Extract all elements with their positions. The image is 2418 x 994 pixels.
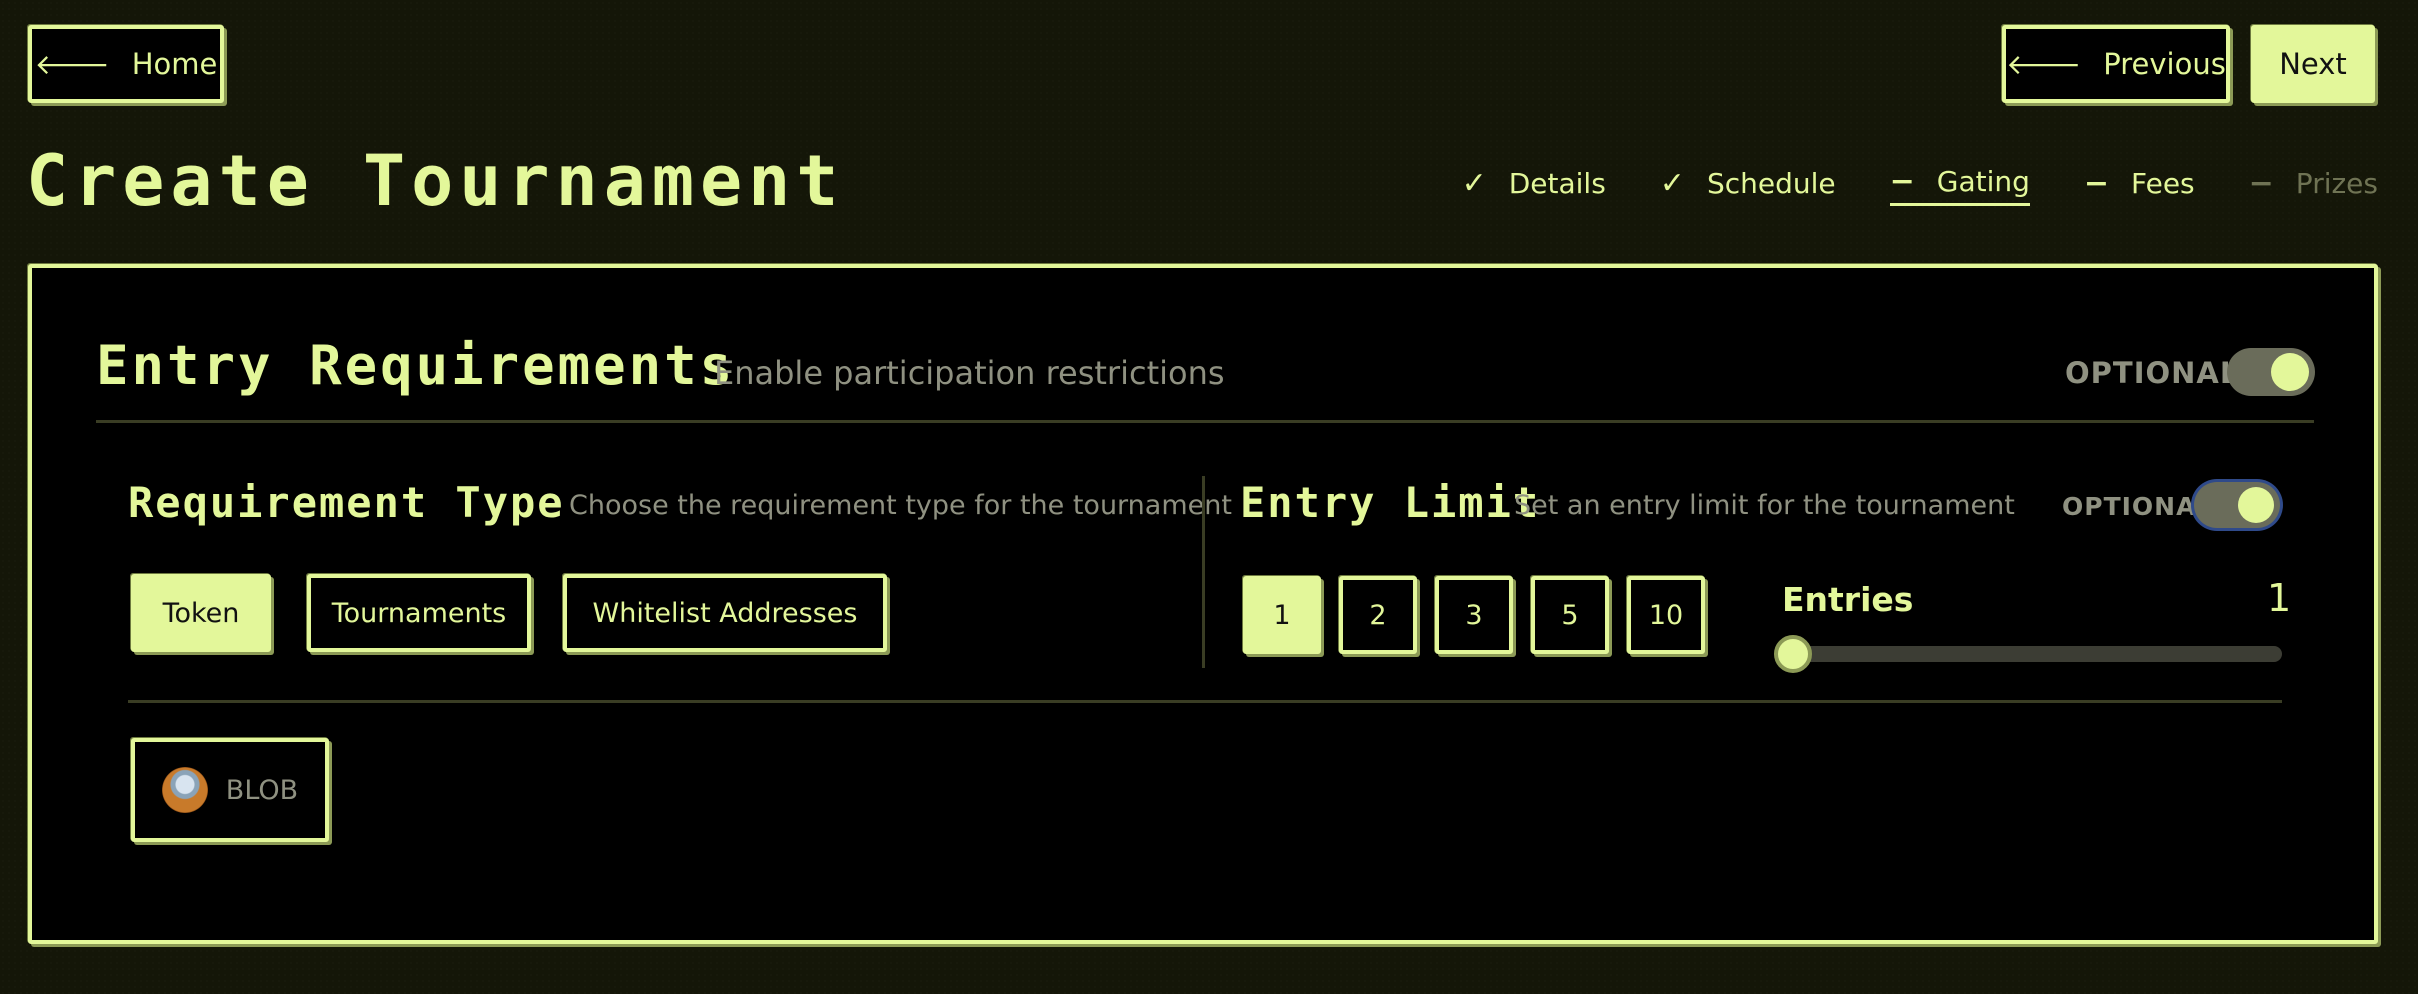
toggle-knob xyxy=(2271,353,2309,391)
dash-icon: − xyxy=(2083,165,2110,201)
entries-label: Entries xyxy=(1782,580,1914,619)
entry-requirements-toggle[interactable] xyxy=(2227,348,2315,396)
vertical-divider xyxy=(1202,476,1205,668)
preset-label: 3 xyxy=(1465,599,1483,631)
home-button[interactable]: 🡐 Home xyxy=(28,25,224,103)
step-details[interactable]: ✓ Details xyxy=(1462,166,1606,201)
home-button-label: Home xyxy=(131,47,218,81)
dash-icon: − xyxy=(2248,165,2274,201)
preset-label: 5 xyxy=(1561,599,1579,631)
entry-limit-title: Entry Limit xyxy=(1240,478,1541,527)
stepper: ✓ Details ✓ Schedule − Gating − Fees − P… xyxy=(1408,160,2378,206)
requirement-type-subtitle: Choose the requirement type for the tour… xyxy=(569,490,1232,521)
optional-label: OPTIONAL xyxy=(2065,356,2240,390)
step-prizes: − Prizes xyxy=(2249,166,2378,201)
entry-limit-preset-5[interactable]: 5 xyxy=(1531,576,1609,654)
type-tournaments-label: Tournaments xyxy=(331,597,507,629)
dash-icon: − xyxy=(1889,164,1915,199)
step-label: Gating xyxy=(1936,165,2030,198)
entry-limit-preset-2[interactable]: 2 xyxy=(1339,576,1417,654)
divider xyxy=(128,700,2282,703)
type-whitelist-label: Whitelist Addresses xyxy=(592,597,858,629)
check-icon: ✓ xyxy=(1461,165,1487,201)
type-token-label: Token xyxy=(162,597,240,629)
token-chip[interactable]: BLOB xyxy=(131,738,329,842)
preset-label: 2 xyxy=(1369,599,1387,631)
check-icon: ✓ xyxy=(1659,165,1685,201)
optional-label: OPTIONAL xyxy=(2062,492,2214,521)
step-label: Prizes xyxy=(2295,166,2378,200)
previous-button[interactable]: 🡐 Previous xyxy=(2002,25,2230,103)
entry-requirements-panel: Entry Requirements Enable participation … xyxy=(28,264,2378,944)
entry-limit-preset-3[interactable]: 3 xyxy=(1435,576,1513,654)
token-symbol: BLOB xyxy=(225,774,299,806)
next-button[interactable]: Next xyxy=(2251,25,2375,103)
previous-button-label: Previous xyxy=(2103,47,2226,81)
blob-token-avatar-icon xyxy=(161,767,208,813)
arrow-left-icon: 🡐 xyxy=(34,48,110,81)
section-title: Entry Requirements xyxy=(96,334,736,397)
divider xyxy=(96,420,2314,423)
type-tournaments-button[interactable]: Tournaments xyxy=(307,574,531,652)
type-token-button[interactable]: Token xyxy=(131,574,271,652)
entries-value: 1 xyxy=(2267,576,2292,620)
next-button-label: Next xyxy=(2279,47,2347,81)
preset-label: 10 xyxy=(1648,599,1684,631)
requirement-type-title: Requirement Type xyxy=(128,478,565,527)
entry-limit-subtitle: Set an entry limit for the tournament xyxy=(1514,490,2015,521)
entries-slider[interactable] xyxy=(1774,635,2282,673)
arrow-left-icon: 🡐 xyxy=(2006,48,2082,81)
step-label: Schedule xyxy=(1706,166,1836,200)
toggle-knob xyxy=(2238,487,2274,523)
entry-limit-preset-10[interactable]: 10 xyxy=(1627,576,1705,654)
preset-label: 1 xyxy=(1273,599,1291,631)
entry-limit-toggle[interactable] xyxy=(2194,482,2280,528)
step-label: Fees xyxy=(2131,166,2195,200)
slider-handle[interactable] xyxy=(1774,635,1812,673)
step-fees[interactable]: − Fees xyxy=(2084,166,2195,201)
section-subtitle: Enable participation restrictions xyxy=(714,354,1225,392)
step-gating[interactable]: − Gating xyxy=(1889,164,2030,206)
type-whitelist-button[interactable]: Whitelist Addresses xyxy=(563,574,887,652)
entry-limit-preset-1[interactable]: 1 xyxy=(1243,576,1321,654)
step-label: Details xyxy=(1508,166,1606,200)
page-title: Create Tournament xyxy=(26,140,845,222)
step-schedule[interactable]: ✓ Schedule xyxy=(1660,166,1836,201)
